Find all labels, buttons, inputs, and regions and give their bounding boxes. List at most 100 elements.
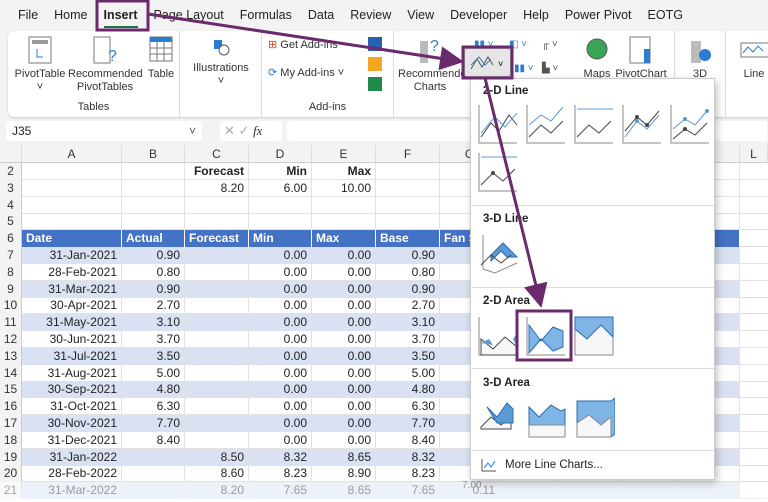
- cell-min[interactable]: 0.00: [249, 331, 312, 348]
- cell-date[interactable]: 31-Jan-2022: [22, 449, 122, 466]
- cell-min[interactable]: 0.00: [249, 348, 312, 365]
- cell-min[interactable]: 0.00: [249, 415, 312, 432]
- tab-insert[interactable]: Insert: [96, 8, 146, 22]
- cell-forecast[interactable]: [185, 247, 249, 264]
- column-header-d[interactable]: D: [249, 145, 312, 163]
- cell-min[interactable]: 0.00: [249, 314, 312, 331]
- cell-base[interactable]: 8.40: [376, 432, 440, 449]
- column-header-a[interactable]: A: [22, 145, 122, 163]
- cell-max[interactable]: 8.65: [312, 482, 376, 499]
- cell[interactable]: [22, 213, 122, 230]
- cell[interactable]: Forecast: [185, 163, 249, 180]
- cell-date[interactable]: 30-Nov-2021: [22, 415, 122, 432]
- cell-actual[interactable]: [122, 465, 185, 482]
- tab-data[interactable]: Data: [300, 8, 342, 22]
- function-icon[interactable]: fx: [253, 123, 262, 138]
- cell-base[interactable]: 2.70: [376, 297, 440, 314]
- cell-actual[interactable]: 0.90: [122, 281, 185, 298]
- column-header-c[interactable]: C: [185, 145, 249, 163]
- cell-date[interactable]: 31-May-2021: [22, 314, 122, 331]
- cell-forecast[interactable]: 8.20: [185, 482, 249, 499]
- cell-forecast[interactable]: [185, 432, 249, 449]
- tab-eotg[interactable]: EOTG: [640, 8, 691, 22]
- row-number[interactable]: 13: [0, 348, 22, 365]
- cell-actual[interactable]: 3.50: [122, 348, 185, 365]
- get-addins-button[interactable]: ⊞ Get Add-ins: [268, 39, 338, 52]
- table-header-max[interactable]: Max: [312, 230, 376, 247]
- cell[interactable]: 10.00: [312, 180, 376, 197]
- cell-base[interactable]: 3.50: [376, 348, 440, 365]
- tab-review[interactable]: Review: [342, 8, 399, 22]
- cell[interactable]: [680, 482, 740, 499]
- tab-power-pivot[interactable]: Power Pivot: [557, 8, 640, 22]
- recommended-pivottables-button[interactable]: ? RecommendedPivotTables: [68, 35, 142, 94]
- cell-actual[interactable]: 7.70: [122, 415, 185, 432]
- row-number[interactable]: 8: [0, 264, 22, 281]
- cell-actual[interactable]: [122, 449, 185, 466]
- cell-base[interactable]: 7.65: [376, 482, 440, 499]
- 3d-map-button[interactable]: 3D: [685, 35, 715, 81]
- cell-date[interactable]: 31-Jul-2021: [22, 348, 122, 365]
- cell[interactable]: [620, 482, 680, 499]
- cell-base[interactable]: 8.32: [376, 449, 440, 466]
- cell[interactable]: [22, 197, 122, 214]
- hierarchy-chart-icon[interactable]: ◧ ˅: [509, 39, 527, 50]
- cell-forecast[interactable]: [185, 381, 249, 398]
- cell-max[interactable]: 0.00: [312, 381, 376, 398]
- cell-max[interactable]: 0.00: [312, 297, 376, 314]
- cell[interactable]: [376, 163, 440, 180]
- bing-icon[interactable]: [368, 57, 382, 71]
- cell-date[interactable]: 31-Aug-2021: [22, 365, 122, 382]
- cancel-icon[interactable]: ✕: [224, 123, 235, 138]
- cell[interactable]: 6.00: [249, 180, 312, 197]
- pivotchart-button[interactable]: PivotChart: [614, 35, 668, 81]
- cell-forecast[interactable]: 8.60: [185, 465, 249, 482]
- cell-actual[interactable]: 4.80: [122, 381, 185, 398]
- tab-view[interactable]: View: [399, 8, 442, 22]
- cell-max[interactable]: 0.00: [312, 331, 376, 348]
- cell-forecast[interactable]: 8.50: [185, 449, 249, 466]
- sparkline-line-button[interactable]: Line: [734, 35, 768, 81]
- 3d-area-chart-option[interactable]: [477, 397, 519, 439]
- cell-min[interactable]: 0.00: [249, 281, 312, 298]
- cell[interactable]: [376, 213, 440, 230]
- column-header-e[interactable]: E: [312, 145, 376, 163]
- cell-actual[interactable]: 0.90: [122, 247, 185, 264]
- cell[interactable]: [249, 213, 312, 230]
- cell-max[interactable]: 0.00: [312, 314, 376, 331]
- cell-max[interactable]: 0.00: [312, 247, 376, 264]
- cell-base[interactable]: 0.80: [376, 264, 440, 281]
- cell-base[interactable]: 0.90: [376, 281, 440, 298]
- cell[interactable]: [122, 163, 185, 180]
- cell-base[interactable]: 3.70: [376, 331, 440, 348]
- stacked-area-chart-option[interactable]: [525, 315, 567, 357]
- row-number[interactable]: 2: [0, 163, 22, 180]
- cell[interactable]: [185, 213, 249, 230]
- cell-forecast[interactable]: [185, 331, 249, 348]
- cell-base[interactable]: 6.30: [376, 398, 440, 415]
- row-number[interactable]: 10: [0, 297, 22, 314]
- cell-date[interactable]: 31-Oct-2021: [22, 398, 122, 415]
- cell-min[interactable]: 0.00: [249, 381, 312, 398]
- stacked-line-with-markers-chart-option[interactable]: [669, 103, 711, 145]
- cell-min[interactable]: 0.00: [249, 365, 312, 382]
- column-header-l[interactable]: L: [740, 145, 768, 163]
- cell-min[interactable]: 0.00: [249, 247, 312, 264]
- 3d-stacked-area-chart-option[interactable]: [525, 397, 567, 439]
- name-box[interactable]: J35˅: [6, 121, 202, 141]
- enter-icon[interactable]: ✓: [239, 123, 250, 138]
- 2d-area-chart-option[interactable]: [477, 315, 519, 357]
- combo-chart-icon[interactable]: ▙ ˅: [542, 63, 558, 74]
- cell-date[interactable]: 31-Mar-2021: [22, 281, 122, 298]
- row-number[interactable]: 9: [0, 281, 22, 298]
- row-number[interactable]: 4: [0, 197, 22, 214]
- cell-date[interactable]: 28-Feb-2021: [22, 264, 122, 281]
- cell[interactable]: [122, 180, 185, 197]
- cell-date[interactable]: 31-Jan-2021: [22, 247, 122, 264]
- pivottable-button[interactable]: PivotTable˅: [14, 35, 66, 94]
- tab-developer[interactable]: Developer: [442, 8, 515, 22]
- cell-forecast[interactable]: [185, 398, 249, 415]
- cell-min[interactable]: 0.00: [249, 264, 312, 281]
- cell[interactable]: [185, 197, 249, 214]
- row-number[interactable]: 21: [0, 482, 22, 499]
